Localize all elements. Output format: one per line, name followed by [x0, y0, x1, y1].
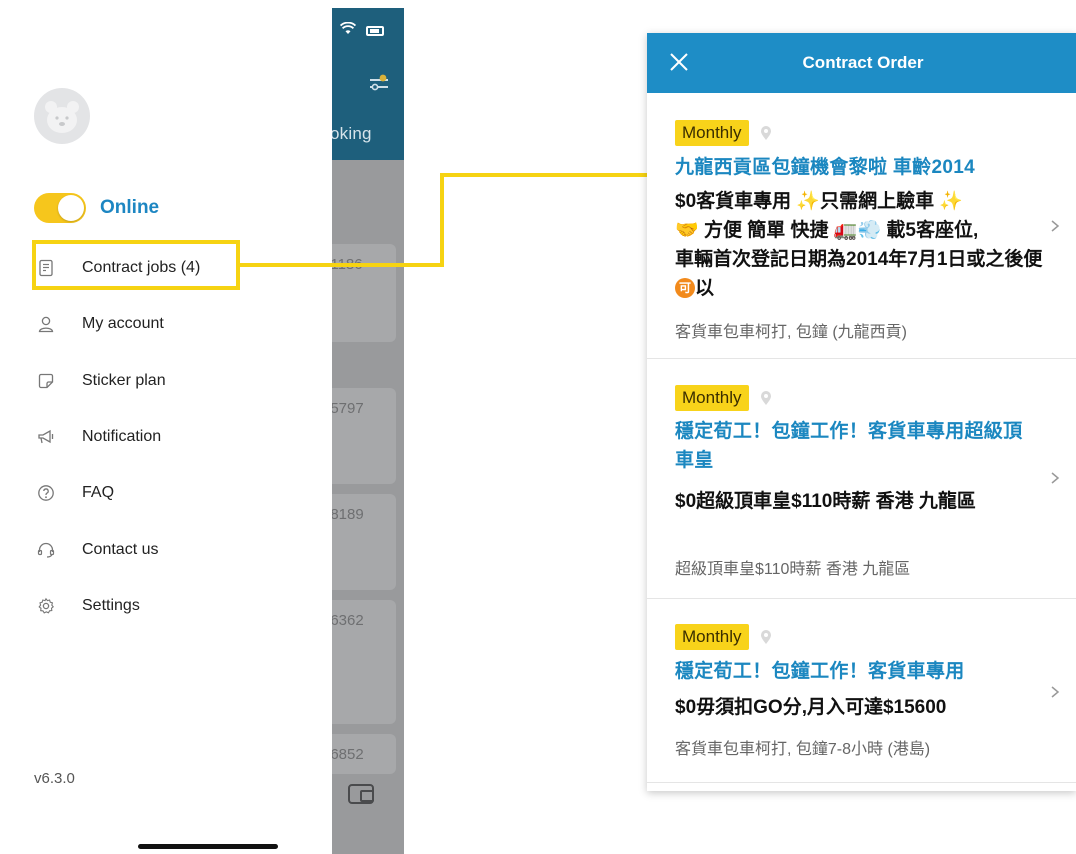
job-badge-row: Monthly — [675, 385, 773, 411]
job-description-part: 車輛首次登記日期為2014年7月1日或之後便 — [675, 249, 1043, 270]
truck-icon: 🚛 — [833, 219, 858, 241]
wallet-icon — [348, 784, 374, 804]
person-icon — [36, 314, 56, 334]
menu-item-notification[interactable]: Notification — [36, 422, 161, 452]
online-status-toggle[interactable]: Online — [34, 192, 159, 224]
job-subtitle: 客貨車包車柯打, 包鐘 (九龍西貢) — [675, 324, 907, 341]
job-badge-row: Monthly — [675, 624, 773, 650]
contract-order-panel: Contract Order Monthly 九龍西貢區包鐘機會黎啦 車齡201… — [647, 33, 1076, 791]
panel-title: Contract Order — [802, 53, 924, 72]
home-indicator — [138, 844, 278, 849]
dash-icon: 💨 — [857, 219, 882, 241]
online-status-label: Online — [100, 197, 160, 218]
filter-icon — [368, 72, 390, 94]
job-list-item[interactable]: Monthly 九龍西貢區包鐘機會黎啦 車齡2014 $0客貨車專用 ✨只需網上… — [647, 93, 1076, 359]
location-pin-icon — [760, 391, 771, 405]
job-list-item[interactable]: Monthly 穩定荀工！包鐘工作！客貨車專用超級頂車皇 $0超級頂車皇$110… — [647, 359, 1076, 599]
background-order-card: 06362 — [322, 600, 396, 724]
chevron-right-icon — [1051, 686, 1060, 698]
chevron-right-icon — [1051, 472, 1060, 484]
job-type-badge: Monthly — [675, 120, 749, 146]
menu-item-settings[interactable]: Settings — [36, 591, 140, 621]
job-description: $0毋須扣GO分,月入可達$15600 — [675, 697, 947, 718]
menu-item-label: Settings — [82, 597, 140, 614]
job-title: 九龍西貢區包鐘機會黎啦 車齡2014 — [675, 157, 975, 178]
location-pin-icon — [760, 126, 771, 140]
background-app: oking 01186 85797 68189 06362 06852 — [322, 8, 404, 854]
job-title: 穩定荀工！包鐘工作！客貨車專用 — [675, 661, 965, 682]
menu-item-contact-us[interactable]: Contact us — [36, 535, 158, 565]
job-subtitle: 客貨車包車柯打, 包鐘7-8小時 (港島) — [675, 741, 931, 758]
side-drawer: Online Contract jobs (4) My account Stic… — [10, 8, 332, 854]
megaphone-icon — [36, 427, 56, 447]
menu-item-label: FAQ — [82, 484, 115, 501]
job-description-part: 載5客座位, — [886, 220, 979, 241]
job-title: 穩定荀工！包鐘工作！客貨車專用超級頂車皇 — [675, 421, 1023, 471]
background-order-card: 68189 — [322, 494, 396, 590]
phone-screen: oking 01186 85797 68189 06362 06852 Onli… — [10, 8, 404, 854]
close-icon[interactable] — [667, 50, 691, 74]
background-app-header: oking — [330, 8, 404, 160]
job-description: $0超級頂車皇$110時薪 香港 九龍區 — [675, 491, 976, 512]
job-description-part: 只需網上驗車 — [820, 191, 935, 212]
background-order-card: 85797 — [322, 388, 396, 484]
question-icon — [36, 483, 56, 503]
menu-item-faq[interactable]: FAQ — [36, 478, 114, 508]
headset-icon — [36, 540, 56, 560]
menu-item-label: My account — [82, 315, 164, 332]
job-list-item[interactable]: Monthly 穩定荀工！包鐘工作！客貨車專用 $0毋須扣GO分,月入可達$15… — [647, 599, 1076, 783]
status-bar — [338, 21, 398, 42]
panel-header: Contract Order — [647, 33, 1076, 93]
online-toggle-switch[interactable] — [34, 193, 86, 223]
background-order-card: 01186 — [322, 244, 396, 342]
location-pin-icon — [760, 630, 771, 644]
menu-item-label: Notification — [82, 428, 162, 445]
job-description-part: 以 — [695, 278, 715, 299]
job-badge-row: Monthly — [675, 120, 773, 146]
battery-icon — [366, 26, 384, 36]
job-description: $0客貨車專用 ✨只需網上驗車 ✨ 🤝 方便 簡單 快捷 🚛💨 載5客座位, 車輛首… — [675, 187, 1045, 303]
contract-jobs-highlight — [32, 240, 240, 290]
menu-item-label: Sticker plan — [82, 372, 166, 389]
sticker-icon — [36, 371, 56, 391]
avatar[interactable] — [34, 88, 90, 144]
app-version: v6.3.0 — [34, 770, 75, 787]
background-tab-label: oking — [330, 124, 372, 143]
menu-item-my-account[interactable]: My account — [36, 309, 164, 339]
job-description-part: $0客貨車專用 — [675, 191, 792, 212]
job-subtitle: 超級頂車皇$110時薪 香港 九龍區 — [675, 561, 911, 578]
sparkles-icon: ✨ — [939, 190, 964, 212]
background-order-card: 06852 — [322, 734, 396, 774]
ke-coin-icon: 可 — [675, 278, 695, 298]
job-type-badge: Monthly — [675, 624, 749, 650]
handshake-icon: 🤝 — [675, 219, 699, 241]
gear-icon — [36, 596, 56, 616]
chevron-right-icon — [1051, 220, 1060, 232]
menu-item-label: Contact us — [82, 541, 159, 558]
menu-item-sticker-plan[interactable]: Sticker plan — [36, 366, 166, 396]
job-type-badge: Monthly — [675, 385, 749, 411]
wifi-icon — [339, 21, 357, 40]
sparkles-icon: ✨ — [796, 190, 821, 212]
job-description-part: 方便 簡單 快捷 — [703, 220, 829, 241]
